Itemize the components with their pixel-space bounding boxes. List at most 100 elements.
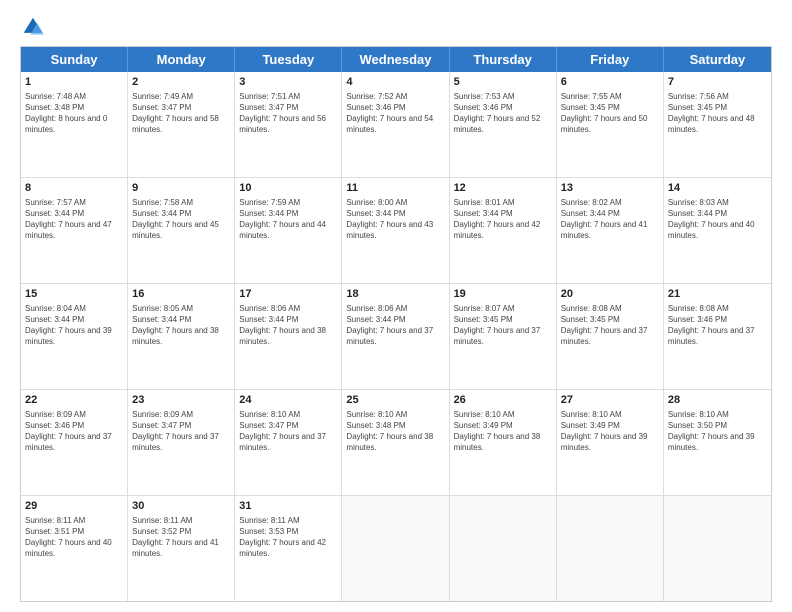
cell-info: Sunrise: 7:56 AMSunset: 3:45 PMDaylight:… [668, 91, 767, 136]
day-number: 4 [346, 75, 444, 90]
cal-cell: 25Sunrise: 8:10 AMSunset: 3:48 PMDayligh… [342, 390, 449, 495]
col-header-wednesday: Wednesday [342, 47, 449, 72]
day-number: 14 [668, 181, 767, 196]
cell-info: Sunrise: 8:11 AMSunset: 3:52 PMDaylight:… [132, 515, 230, 560]
day-number: 19 [454, 287, 552, 302]
cal-cell [342, 496, 449, 601]
cal-cell: 20Sunrise: 8:08 AMSunset: 3:45 PMDayligh… [557, 284, 664, 389]
day-number: 30 [132, 499, 230, 514]
day-number: 22 [25, 393, 123, 408]
day-number: 31 [239, 499, 337, 514]
cell-info: Sunrise: 8:08 AMSunset: 3:46 PMDaylight:… [668, 303, 767, 348]
week-row-2: 8Sunrise: 7:57 AMSunset: 3:44 PMDaylight… [21, 178, 771, 284]
cal-cell: 31Sunrise: 8:11 AMSunset: 3:53 PMDayligh… [235, 496, 342, 601]
cal-cell: 19Sunrise: 8:07 AMSunset: 3:45 PMDayligh… [450, 284, 557, 389]
col-header-friday: Friday [557, 47, 664, 72]
day-number: 17 [239, 287, 337, 302]
day-number: 1 [25, 75, 123, 90]
day-number: 25 [346, 393, 444, 408]
cal-cell: 11Sunrise: 8:00 AMSunset: 3:44 PMDayligh… [342, 178, 449, 283]
cell-info: Sunrise: 7:51 AMSunset: 3:47 PMDaylight:… [239, 91, 337, 136]
cell-info: Sunrise: 8:08 AMSunset: 3:45 PMDaylight:… [561, 303, 659, 348]
cal-cell: 30Sunrise: 8:11 AMSunset: 3:52 PMDayligh… [128, 496, 235, 601]
cal-cell: 21Sunrise: 8:08 AMSunset: 3:46 PMDayligh… [664, 284, 771, 389]
cell-info: Sunrise: 8:02 AMSunset: 3:44 PMDaylight:… [561, 197, 659, 242]
cell-info: Sunrise: 8:07 AMSunset: 3:45 PMDaylight:… [454, 303, 552, 348]
col-header-thursday: Thursday [450, 47, 557, 72]
calendar-body: 1Sunrise: 7:48 AMSunset: 3:48 PMDaylight… [21, 72, 771, 601]
cal-cell: 17Sunrise: 8:06 AMSunset: 3:44 PMDayligh… [235, 284, 342, 389]
day-number: 26 [454, 393, 552, 408]
week-row-4: 22Sunrise: 8:09 AMSunset: 3:46 PMDayligh… [21, 390, 771, 496]
cal-cell: 9Sunrise: 7:58 AMSunset: 3:44 PMDaylight… [128, 178, 235, 283]
cell-info: Sunrise: 7:55 AMSunset: 3:45 PMDaylight:… [561, 91, 659, 136]
cell-info: Sunrise: 7:59 AMSunset: 3:44 PMDaylight:… [239, 197, 337, 242]
day-number: 28 [668, 393, 767, 408]
cal-cell [664, 496, 771, 601]
page: SundayMondayTuesdayWednesdayThursdayFrid… [0, 0, 792, 612]
day-number: 11 [346, 181, 444, 196]
cal-cell: 15Sunrise: 8:04 AMSunset: 3:44 PMDayligh… [21, 284, 128, 389]
cell-info: Sunrise: 8:10 AMSunset: 3:49 PMDaylight:… [454, 409, 552, 454]
calendar: SundayMondayTuesdayWednesdayThursdayFrid… [20, 46, 772, 602]
cell-info: Sunrise: 8:09 AMSunset: 3:46 PMDaylight:… [25, 409, 123, 454]
cal-cell [557, 496, 664, 601]
day-number: 15 [25, 287, 123, 302]
day-number: 21 [668, 287, 767, 302]
week-row-5: 29Sunrise: 8:11 AMSunset: 3:51 PMDayligh… [21, 496, 771, 601]
cal-cell: 27Sunrise: 8:10 AMSunset: 3:49 PMDayligh… [557, 390, 664, 495]
cal-cell: 10Sunrise: 7:59 AMSunset: 3:44 PMDayligh… [235, 178, 342, 283]
cell-info: Sunrise: 7:58 AMSunset: 3:44 PMDaylight:… [132, 197, 230, 242]
day-number: 6 [561, 75, 659, 90]
day-number: 27 [561, 393, 659, 408]
cell-info: Sunrise: 8:11 AMSunset: 3:51 PMDaylight:… [25, 515, 123, 560]
cell-info: Sunrise: 8:03 AMSunset: 3:44 PMDaylight:… [668, 197, 767, 242]
cal-cell: 13Sunrise: 8:02 AMSunset: 3:44 PMDayligh… [557, 178, 664, 283]
cell-info: Sunrise: 8:06 AMSunset: 3:44 PMDaylight:… [346, 303, 444, 348]
logo [20, 16, 46, 38]
cell-info: Sunrise: 7:52 AMSunset: 3:46 PMDaylight:… [346, 91, 444, 136]
day-number: 13 [561, 181, 659, 196]
col-header-sunday: Sunday [21, 47, 128, 72]
cell-info: Sunrise: 8:09 AMSunset: 3:47 PMDaylight:… [132, 409, 230, 454]
day-number: 9 [132, 181, 230, 196]
col-header-tuesday: Tuesday [235, 47, 342, 72]
cell-info: Sunrise: 8:10 AMSunset: 3:49 PMDaylight:… [561, 409, 659, 454]
cell-info: Sunrise: 7:49 AMSunset: 3:47 PMDaylight:… [132, 91, 230, 136]
day-number: 7 [668, 75, 767, 90]
cell-info: Sunrise: 8:11 AMSunset: 3:53 PMDaylight:… [239, 515, 337, 560]
day-number: 29 [25, 499, 123, 514]
cell-info: Sunrise: 8:10 AMSunset: 3:50 PMDaylight:… [668, 409, 767, 454]
cal-cell: 8Sunrise: 7:57 AMSunset: 3:44 PMDaylight… [21, 178, 128, 283]
cal-cell: 7Sunrise: 7:56 AMSunset: 3:45 PMDaylight… [664, 72, 771, 177]
cal-cell: 14Sunrise: 8:03 AMSunset: 3:44 PMDayligh… [664, 178, 771, 283]
col-header-saturday: Saturday [664, 47, 771, 72]
cal-cell: 16Sunrise: 8:05 AMSunset: 3:44 PMDayligh… [128, 284, 235, 389]
cell-info: Sunrise: 7:48 AMSunset: 3:48 PMDaylight:… [25, 91, 123, 136]
cell-info: Sunrise: 8:06 AMSunset: 3:44 PMDaylight:… [239, 303, 337, 348]
day-number: 2 [132, 75, 230, 90]
cal-cell: 18Sunrise: 8:06 AMSunset: 3:44 PMDayligh… [342, 284, 449, 389]
cal-cell: 4Sunrise: 7:52 AMSunset: 3:46 PMDaylight… [342, 72, 449, 177]
cal-cell: 12Sunrise: 8:01 AMSunset: 3:44 PMDayligh… [450, 178, 557, 283]
cal-cell: 29Sunrise: 8:11 AMSunset: 3:51 PMDayligh… [21, 496, 128, 601]
calendar-header: SundayMondayTuesdayWednesdayThursdayFrid… [21, 47, 771, 72]
cal-cell: 1Sunrise: 7:48 AMSunset: 3:48 PMDaylight… [21, 72, 128, 177]
cal-cell: 24Sunrise: 8:10 AMSunset: 3:47 PMDayligh… [235, 390, 342, 495]
cal-cell: 3Sunrise: 7:51 AMSunset: 3:47 PMDaylight… [235, 72, 342, 177]
week-row-3: 15Sunrise: 8:04 AMSunset: 3:44 PMDayligh… [21, 284, 771, 390]
cal-cell: 28Sunrise: 8:10 AMSunset: 3:50 PMDayligh… [664, 390, 771, 495]
logo-icon [22, 16, 44, 38]
cal-cell: 5Sunrise: 7:53 AMSunset: 3:46 PMDaylight… [450, 72, 557, 177]
cal-cell: 2Sunrise: 7:49 AMSunset: 3:47 PMDaylight… [128, 72, 235, 177]
day-number: 20 [561, 287, 659, 302]
cal-cell [450, 496, 557, 601]
day-number: 10 [239, 181, 337, 196]
cell-info: Sunrise: 8:10 AMSunset: 3:48 PMDaylight:… [346, 409, 444, 454]
col-header-monday: Monday [128, 47, 235, 72]
cell-info: Sunrise: 8:10 AMSunset: 3:47 PMDaylight:… [239, 409, 337, 454]
cal-cell: 22Sunrise: 8:09 AMSunset: 3:46 PMDayligh… [21, 390, 128, 495]
day-number: 5 [454, 75, 552, 90]
day-number: 23 [132, 393, 230, 408]
week-row-1: 1Sunrise: 7:48 AMSunset: 3:48 PMDaylight… [21, 72, 771, 178]
